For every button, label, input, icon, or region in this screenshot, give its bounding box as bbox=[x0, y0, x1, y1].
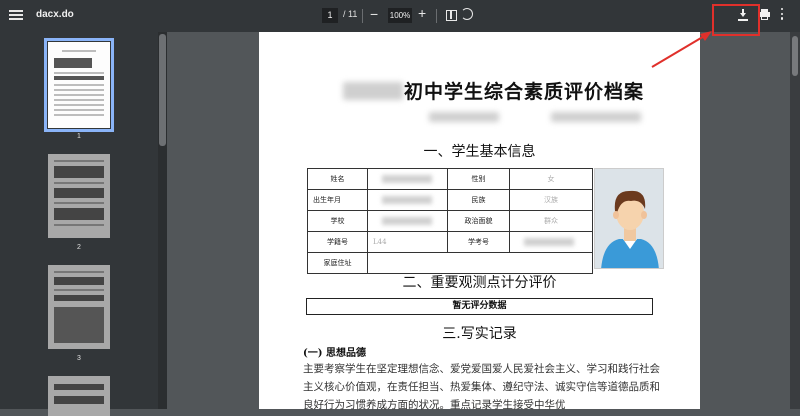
thumbnail-sidebar: 1 2 3 bbox=[0, 32, 158, 416]
cell-label: 性别 bbox=[447, 168, 510, 190]
zoom-level-input[interactable]: 100% bbox=[388, 8, 412, 23]
cell-value: 汉族 bbox=[509, 189, 593, 211]
section-heading-scoring: 二、重要观测点计分评价 bbox=[402, 275, 557, 291]
cell-label: 出生年月 bbox=[307, 189, 368, 211]
no-score-box: 暂无评分数据 bbox=[306, 298, 653, 315]
sidebar-scrollbar[interactable] bbox=[158, 32, 167, 409]
sidebar-scrollbar-thumb[interactable] bbox=[159, 34, 166, 146]
cell-value-redacted bbox=[367, 210, 448, 232]
student-avatar bbox=[594, 168, 664, 269]
annotation-arrow-icon bbox=[651, 31, 712, 68]
more-vert-icon[interactable] bbox=[781, 8, 784, 22]
thumbnail-page-2[interactable] bbox=[48, 154, 110, 238]
cell-value-empty bbox=[367, 252, 593, 274]
cell-label: 学考号 bbox=[447, 231, 510, 253]
cell-label: 学籍号 bbox=[307, 231, 368, 253]
rotate-icon[interactable] bbox=[461, 8, 473, 20]
thumbnail-page-1[interactable] bbox=[44, 38, 114, 132]
page-number-input[interactable]: 1 bbox=[322, 8, 338, 23]
zoom-out-button[interactable]: − bbox=[370, 6, 378, 22]
menu-icon[interactable] bbox=[9, 8, 23, 24]
document-heading: 初中学生综合素质评价档案 bbox=[404, 81, 645, 103]
thumbnail-page-4[interactable] bbox=[48, 376, 110, 416]
cell-value-redacted bbox=[367, 168, 448, 190]
toolbar-divider bbox=[436, 9, 437, 23]
cell-value: 群众 bbox=[509, 210, 593, 232]
cell-label: 政治面貌 bbox=[447, 210, 510, 232]
document-title: dacx.do bbox=[36, 9, 74, 20]
main-scrollbar-thumb[interactable] bbox=[792, 36, 798, 76]
redacted-region bbox=[551, 112, 641, 122]
cell-label: 家庭住址 bbox=[307, 252, 368, 274]
description-paragraph: 主要考察学生在坚定理想信念、爱党爱国爱人民爱社会主义、学习和践行社会主义核心价值… bbox=[303, 363, 660, 411]
redacted-region bbox=[429, 112, 499, 122]
thumbnail-number: 2 bbox=[77, 244, 81, 251]
cell-label: 学校 bbox=[307, 210, 368, 232]
thumbnail-number: 3 bbox=[77, 355, 81, 362]
subsection-heading-moral: (一) 思想品德 bbox=[303, 348, 366, 359]
pdf-page: 初中学生综合素质评价档案 一、学生基本信息 姓名 性别 女 出生年月 民族 汉族… bbox=[259, 32, 700, 411]
section-heading-records: 三.写实记录 bbox=[442, 326, 517, 342]
fit-to-page-icon[interactable] bbox=[446, 10, 457, 21]
cell-label: 民族 bbox=[447, 189, 510, 211]
cell-value-redacted bbox=[509, 231, 593, 253]
avatar-placeholder-icon bbox=[595, 169, 663, 268]
cell-value: L44 bbox=[367, 231, 448, 253]
toolbar-divider bbox=[362, 9, 363, 23]
page-total: / 11 bbox=[343, 9, 358, 19]
cell-value: 女 bbox=[509, 168, 593, 190]
thumbnail-number: 1 bbox=[77, 133, 81, 140]
redacted-region bbox=[343, 82, 403, 100]
student-info-table: 姓名 性别 女 出生年月 民族 汉族 学校 政治面貌 群众 学籍号 L44 学考… bbox=[307, 168, 593, 274]
cell-label: 姓名 bbox=[307, 168, 368, 190]
print-icon[interactable] bbox=[759, 9, 770, 20]
main-scrollbar[interactable] bbox=[790, 32, 800, 409]
section-heading-basic-info: 一、学生基本信息 bbox=[423, 144, 536, 160]
cell-value-redacted bbox=[367, 189, 448, 211]
thumbnail-page-3[interactable] bbox=[48, 265, 110, 349]
zoom-in-button[interactable]: + bbox=[418, 5, 426, 21]
